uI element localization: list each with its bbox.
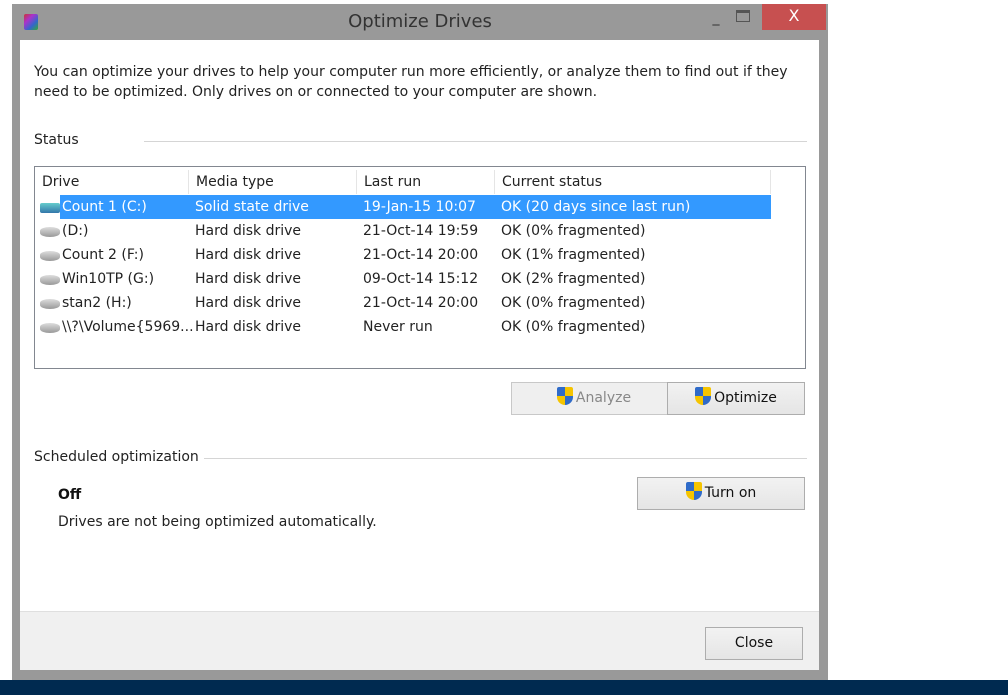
hdd-icon [40,227,60,237]
status-divider [144,141,807,142]
schedule-state: Off [58,487,82,503]
column-current-status[interactable]: Current status [495,170,771,194]
media-type: Solid state drive [195,199,309,215]
uac-shield-icon [695,387,712,405]
footer-bar: Close [20,611,819,670]
current-status: OK (1% fragmented) [501,247,646,263]
current-status: OK (0% fragmented) [501,295,646,311]
client-area: You can optimize your drives to help you… [20,40,819,670]
uac-shield-icon [685,482,702,500]
current-status: OK (2% fragmented) [501,271,646,287]
media-type: Hard disk drive [195,295,302,311]
current-status: OK (0% fragmented) [501,223,646,239]
app-icon [24,14,38,30]
maximize-button[interactable] [736,10,750,22]
window-close-button[interactable]: X [762,4,826,30]
drives-list[interactable]: Drive Media type Last run Current status… [34,166,806,369]
column-last-run[interactable]: Last run [357,170,495,194]
optimize-button[interactable]: Optimize [667,382,805,415]
intro-text: You can optimize your drives to help you… [34,64,788,100]
scheduled-divider [204,458,807,459]
status-label: Status [34,132,79,148]
drive-name: Count 2 (F:) [62,247,144,263]
drive-row[interactable]: Count 2 (F:) Hard disk drive 21-Oct-14 2… [35,243,775,267]
drive-name: Win10TP (G:) [62,271,155,287]
drive-row[interactable]: Count 1 (C:) Solid state drive 19-Jan-15… [40,195,771,219]
drive-name: \\?\Volume{5969... [62,319,194,335]
minimize-button[interactable]: _ [706,10,726,30]
media-type: Hard disk drive [195,271,302,287]
desktop-background [0,680,1008,695]
last-run: 21-Oct-14 19:59 [363,223,479,239]
media-type: Hard disk drive [195,247,302,263]
drive-name: stan2 (H:) [62,295,132,311]
drive-row[interactable]: (D:) Hard disk drive 21-Oct-14 19:59 OK … [35,219,775,243]
ssd-icon [40,203,60,213]
drive-row[interactable]: \\?\Volume{5969... Hard disk drive Never… [35,315,775,339]
schedule-description: Drives are not being optimized automatic… [58,514,377,530]
last-run: 21-Oct-14 20:00 [363,295,479,311]
current-status: OK (0% fragmented) [501,319,646,335]
analyze-button[interactable]: Analyze [511,382,677,415]
current-status: OK (20 days since last run) [501,199,691,215]
last-run: 21-Oct-14 20:00 [363,247,479,263]
last-run: 19-Jan-15 10:07 [363,199,476,215]
uac-shield-icon [556,387,573,405]
drive-name: (D:) [62,223,89,239]
hdd-icon [40,251,60,261]
column-drive[interactable]: Drive [35,170,189,194]
last-run: Never run [363,319,433,335]
drive-name: Count 1 (C:) [62,199,147,215]
hdd-icon [40,299,60,309]
hdd-icon [40,275,60,285]
last-run: 09-Oct-14 15:12 [363,271,479,287]
column-media-type[interactable]: Media type [189,170,357,194]
drive-row[interactable]: Win10TP (G:) Hard disk drive 09-Oct-14 1… [35,267,775,291]
turn-on-button[interactable]: Turn on [637,477,805,510]
optimize-drives-window: Optimize Drives _ X You can optimize you… [12,4,828,680]
close-button[interactable]: Close [705,627,803,660]
hdd-icon [40,323,60,333]
drive-row[interactable]: stan2 (H:) Hard disk drive 21-Oct-14 20:… [35,291,775,315]
media-type: Hard disk drive [195,223,302,239]
media-type: Hard disk drive [195,319,302,335]
scheduled-label: Scheduled optimization [34,449,199,465]
